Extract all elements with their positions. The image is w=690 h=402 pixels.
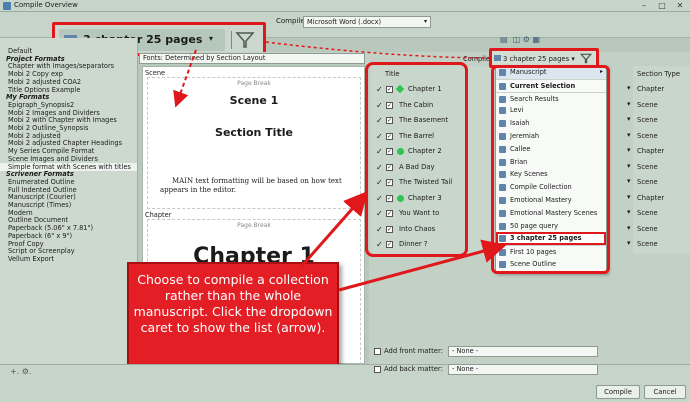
options-icons[interactable]: +. ⚙. xyxy=(10,367,32,376)
back-matter-label: Add back matter: xyxy=(384,365,443,373)
front-matter-checkbox[interactable] xyxy=(374,348,381,355)
back-matter-select[interactable]: - None - xyxy=(448,364,598,375)
front-matter-label: Add front matter: xyxy=(384,347,443,355)
front-matter-value: - None - xyxy=(452,347,479,355)
bottom-bar: Add back matter: - None - +. ⚙. Compile … xyxy=(0,364,690,402)
back-matter-value: - None - xyxy=(452,365,479,373)
front-matter-select[interactable]: - None - xyxy=(448,346,598,357)
annotation-arrows xyxy=(173,41,507,292)
compile-button[interactable]: Compile xyxy=(596,385,640,399)
back-matter-checkbox[interactable] xyxy=(374,366,381,373)
cancel-button[interactable]: Cancel xyxy=(644,385,686,399)
